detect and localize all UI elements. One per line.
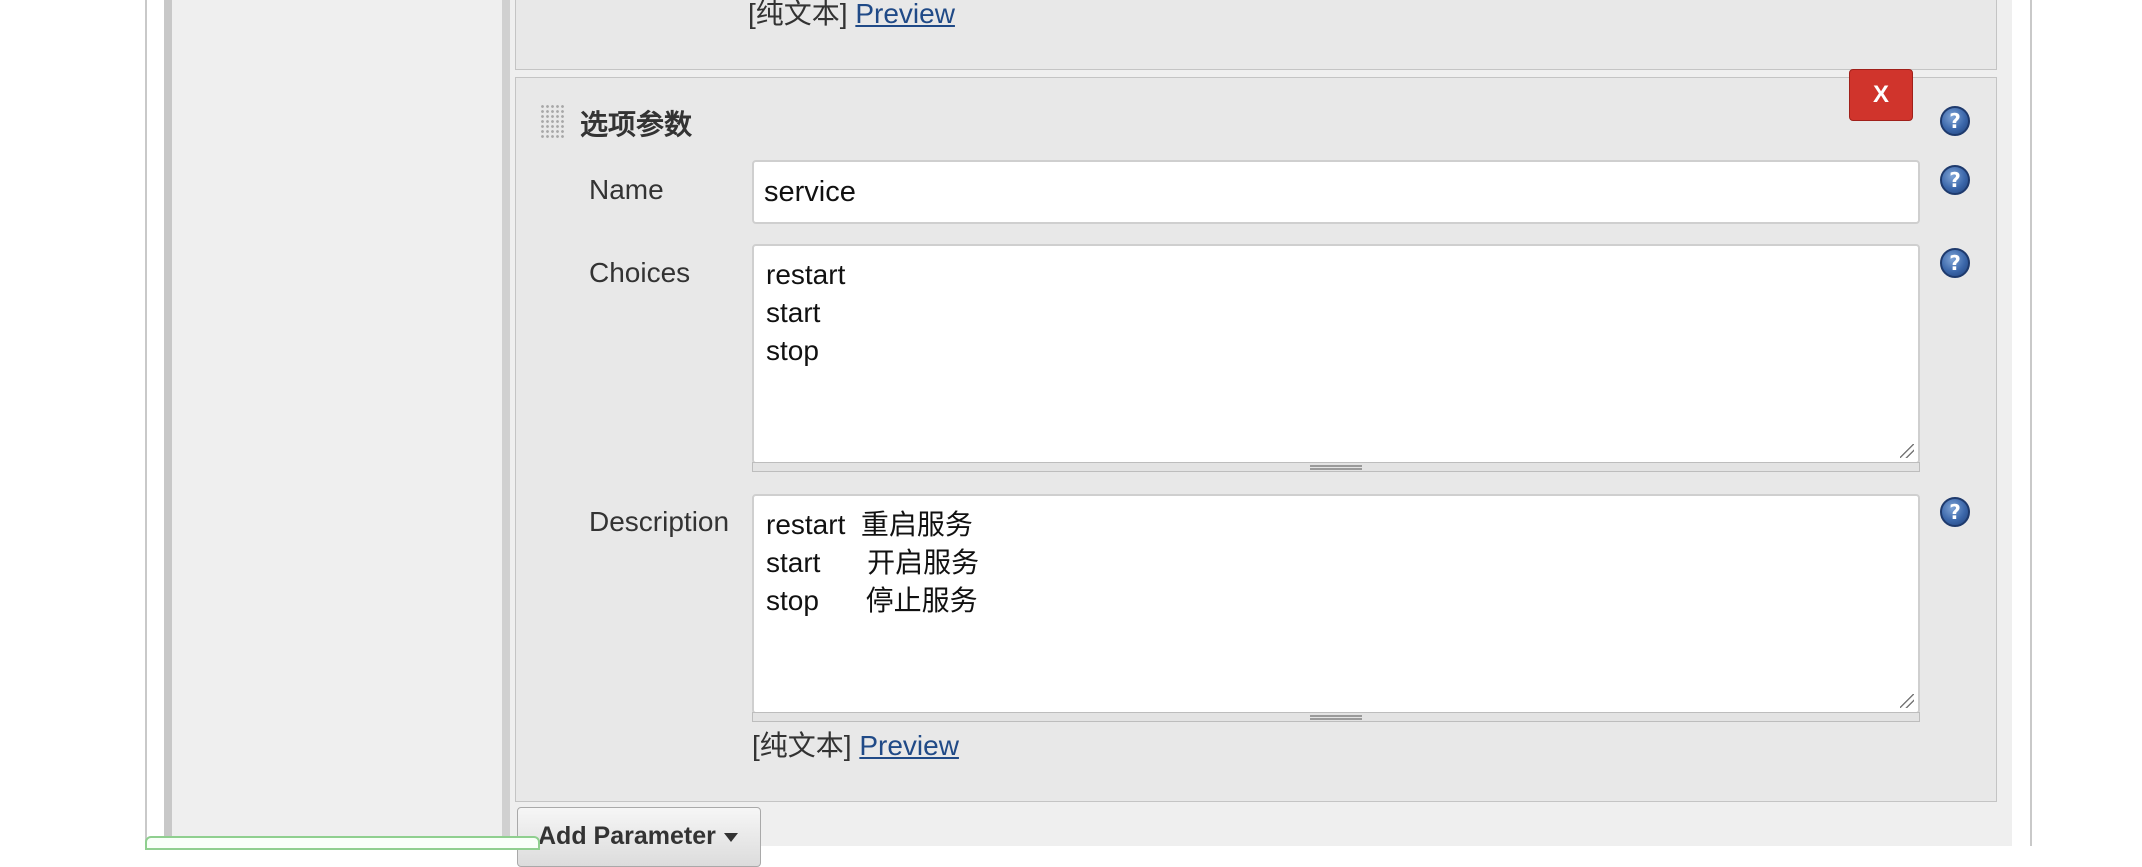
description-format: [纯文本] Preview bbox=[752, 724, 959, 764]
plain-text-label: [纯文本] bbox=[752, 730, 852, 761]
grip-icon bbox=[1310, 465, 1362, 470]
previous-description-format: [纯文本] Preview bbox=[748, 0, 955, 32]
drag-handle-icon[interactable] bbox=[540, 104, 566, 138]
notification-panel-edge bbox=[145, 836, 540, 850]
resize-corner-icon[interactable] bbox=[1900, 694, 1914, 708]
caret-down-icon bbox=[724, 833, 738, 842]
content-divider bbox=[502, 0, 510, 846]
delete-parameter-button[interactable]: X bbox=[1849, 69, 1913, 121]
choices-textarea[interactable]: restart start stop bbox=[752, 244, 1920, 464]
grip-icon bbox=[1310, 715, 1362, 720]
plain-text-label: [纯文本] bbox=[748, 0, 848, 29]
sidebar-divider bbox=[164, 0, 172, 846]
help-icon[interactable]: ? bbox=[1940, 165, 1970, 195]
name-input[interactable] bbox=[752, 160, 1920, 224]
name-label: Name bbox=[589, 174, 664, 205]
description-label: Description bbox=[589, 506, 730, 537]
help-icon[interactable]: ? bbox=[1940, 106, 1970, 136]
help-icon[interactable]: ? bbox=[1940, 497, 1970, 527]
preview-link[interactable]: Preview bbox=[855, 0, 955, 29]
previous-parameter-block bbox=[515, 0, 1997, 70]
preview-link[interactable]: Preview bbox=[859, 730, 959, 761]
resize-corner-icon[interactable] bbox=[1900, 444, 1914, 458]
description-textarea[interactable]: restart 重启服务 start 开启服务 stop 停止服务 bbox=[752, 494, 1920, 714]
sidebar-panel bbox=[172, 0, 502, 846]
help-icon[interactable]: ? bbox=[1940, 248, 1970, 278]
parameter-title: 选项参数 bbox=[580, 109, 693, 140]
choices-label: Choices bbox=[589, 257, 691, 288]
